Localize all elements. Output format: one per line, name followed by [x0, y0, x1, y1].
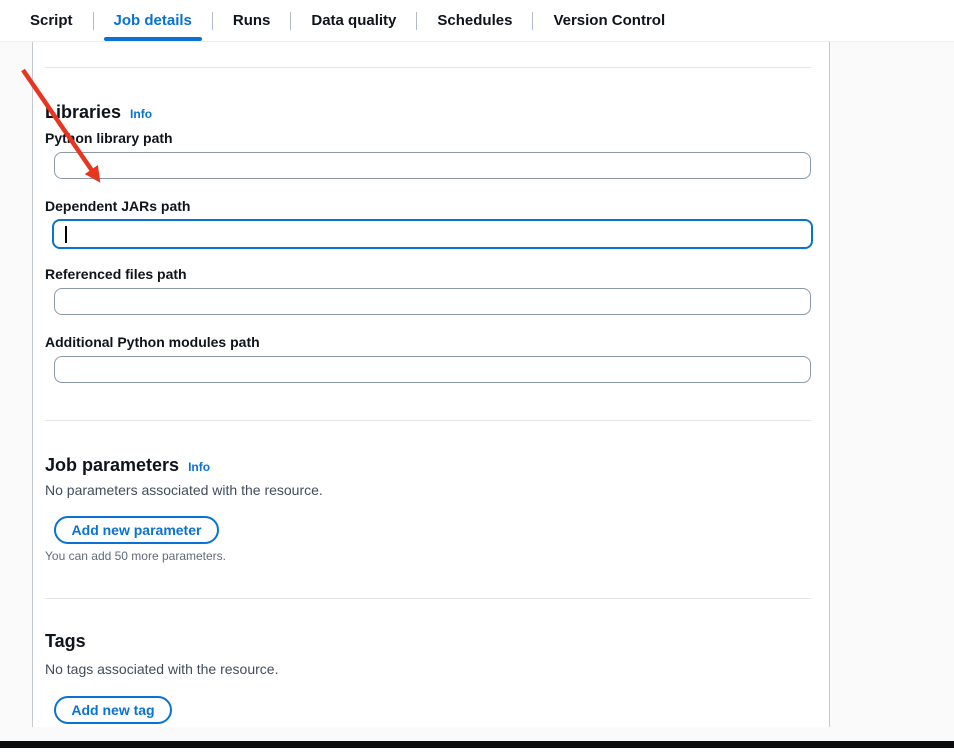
window-bottom-bar: [0, 741, 954, 748]
libraries-heading: Libraries Info: [45, 102, 152, 124]
job-details-panel: Libraries Info Python library path Depend…: [32, 42, 830, 727]
additional-python-modules-path-label: Additional Python modules path: [45, 334, 260, 350]
add-new-tag-button[interactable]: Add new tag: [54, 696, 172, 724]
tab-schedules[interactable]: Schedules: [417, 0, 532, 41]
section-divider: [45, 598, 811, 599]
tags-empty-text: No tags associated with the resource.: [45, 661, 278, 677]
libraries-info-link[interactable]: Info: [130, 107, 152, 121]
dependent-jars-path-input[interactable]: [52, 219, 813, 249]
window-bottom-margin: [0, 748, 954, 753]
job-parameters-hint-text: You can add 50 more parameters.: [45, 549, 226, 563]
tab-bar: Script Job details Runs Data quality Sch…: [0, 0, 954, 42]
tab-runs[interactable]: Runs: [213, 0, 291, 41]
text-cursor: [65, 226, 67, 243]
section-divider: [45, 420, 811, 421]
job-parameters-heading: Job parameters Info: [45, 455, 210, 477]
referenced-files-path-label: Referenced files path: [45, 266, 187, 282]
job-parameters-info-link[interactable]: Info: [188, 460, 210, 474]
tab-job-details[interactable]: Job details: [94, 0, 212, 41]
add-new-parameter-button[interactable]: Add new parameter: [54, 516, 219, 544]
python-library-path-input[interactable]: [54, 152, 811, 179]
job-parameters-empty-text: No parameters associated with the resour…: [45, 482, 323, 498]
tab-version-control[interactable]: Version Control: [533, 0, 685, 41]
tags-title: Tags: [45, 631, 86, 651]
tab-script[interactable]: Script: [10, 0, 93, 41]
dependent-jars-path-label: Dependent JARs path: [45, 198, 190, 214]
referenced-files-path-input[interactable]: [54, 288, 811, 315]
python-library-path-label: Python library path: [45, 130, 173, 146]
job-parameters-title: Job parameters: [45, 455, 179, 475]
libraries-title: Libraries: [45, 102, 121, 122]
section-divider: [45, 67, 811, 68]
tags-heading: Tags: [45, 631, 86, 651]
additional-python-modules-path-input[interactable]: [54, 356, 811, 383]
tab-data-quality[interactable]: Data quality: [291, 0, 416, 41]
